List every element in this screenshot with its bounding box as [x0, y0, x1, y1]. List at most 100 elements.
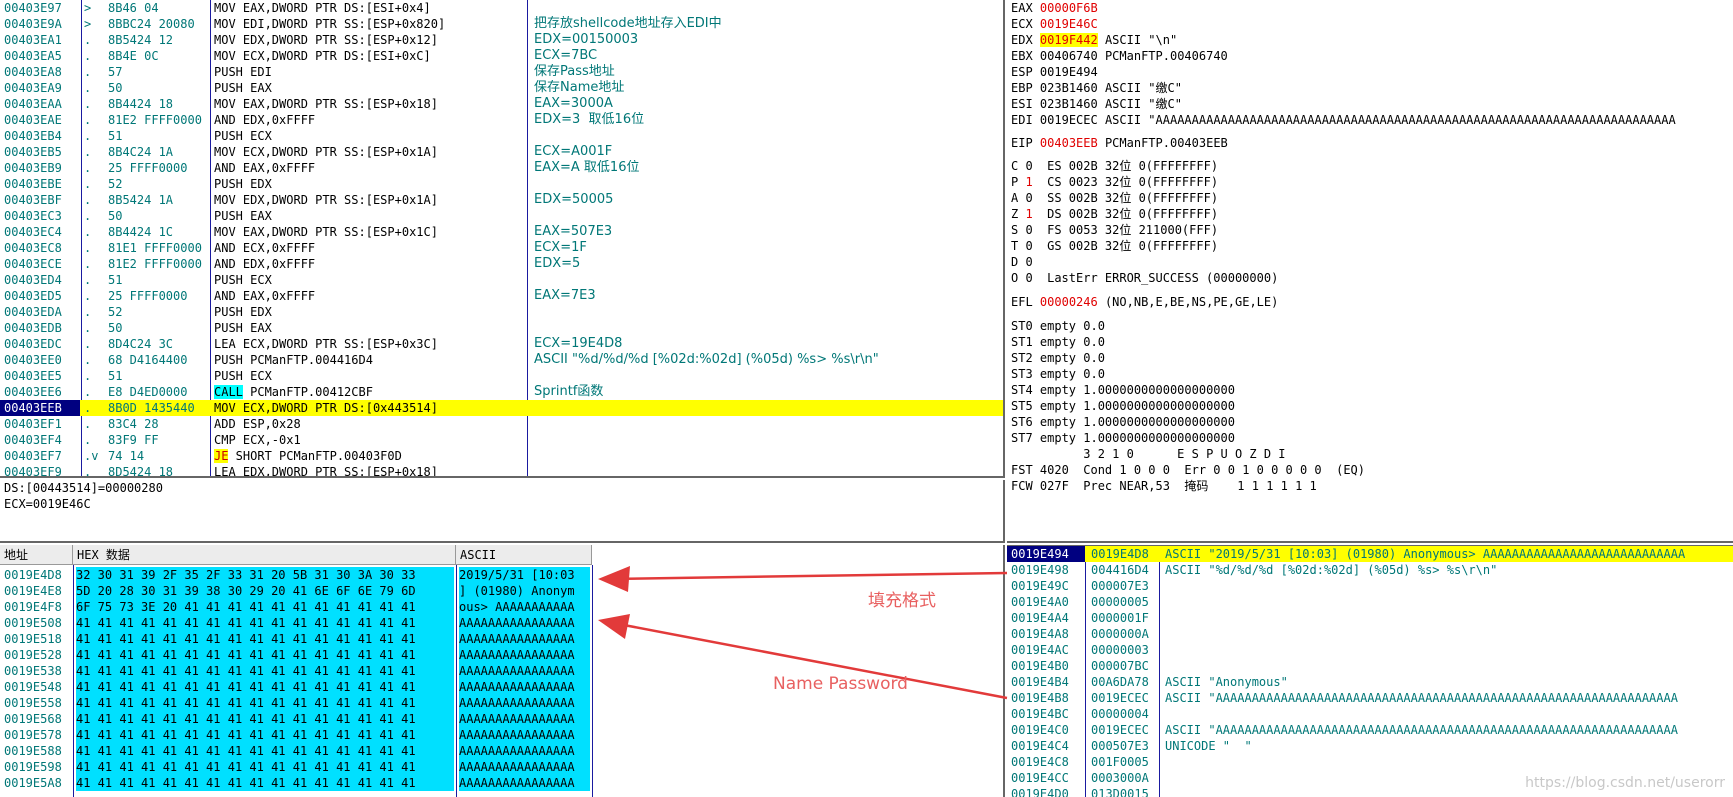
disasm-row[interactable]: 00403EBE. 52 PUSH EDX	[0, 176, 1003, 192]
dump-row[interactable]: 0019E578 41 41 41 41 41 41 41 41 41 41 41…	[0, 727, 1003, 743]
flag-value[interactable]: 0	[1025, 222, 1032, 238]
fpu-st-register[interactable]: ST0 empty 0.0	[1011, 318, 1733, 334]
dump-row[interactable]: 0019E518 41 41 41 41 41 41 41 41 41 41 41…	[0, 631, 1003, 647]
disasm-row[interactable]: 00403EAE. 81E2 FFFF0000 AND EDX,0xFFFF EDX=…	[0, 112, 1003, 128]
dump-row[interactable]: 0019E528 41 41 41 41 41 41 41 41 41 41 41…	[0, 647, 1003, 663]
dump-row[interactable]: 0019E5A8 41 41 41 41 41 41 41 41 41 41 41…	[0, 775, 1003, 791]
flag-row[interactable]: S 0 FS 0053 32位 211000(FFF)	[1011, 222, 1733, 238]
dump-row[interactable]: 0019E4E8 5D 20 28 30 31 39 38 30 29 20 41…	[0, 583, 1003, 599]
stack-row[interactable]: 0019E49C 000007E3	[1007, 578, 1733, 594]
dump-row[interactable]: 0019E568 41 41 41 41 41 41 41 41 41 41 41…	[0, 711, 1003, 727]
stack-row[interactable]: 0019E4BC 00000004	[1007, 706, 1733, 722]
disasm-row[interactable]: 00403EA9. 50 PUSH EAX 保存Name地址	[0, 80, 1003, 96]
reg-edx[interactable]: EDX 0019F442 ASCII "\n"	[1011, 32, 1733, 48]
disasm-row[interactable]: 00403EDC. 8D4C24 3C LEA ECX,DWORD PTR SS:[…	[0, 336, 1003, 352]
hex-dump-pane[interactable]: 地址 HEX 数据 ASCII 0019E4D8 32 30 31 39 2F 3…	[0, 545, 1005, 797]
dump-header-hex[interactable]: HEX 数据	[73, 545, 456, 565]
flag-row[interactable]: O 0 LastErr ERROR_SUCCESS (00000000)	[1011, 270, 1733, 286]
dump-row[interactable]: 0019E598 41 41 41 41 41 41 41 41 41 41 41…	[0, 759, 1003, 775]
disasm-row[interactable]: 00403EDA. 52 PUSH EDX	[0, 304, 1003, 320]
stack-row[interactable]: 0019E494 0019E4D8 ASCII "2019/5/31 [10:03]…	[1007, 546, 1733, 562]
flag-value[interactable]: 1	[1025, 206, 1032, 222]
disasm-row[interactable]: 00403ED4. 51 PUSH ECX	[0, 272, 1003, 288]
reg-esi[interactable]: ESI 023B1460 ASCII "缴C"	[1011, 96, 1733, 112]
stack-row[interactable]: 0019E4A0 00000005	[1007, 594, 1733, 610]
disasm-row[interactable]: 00403ECE. 81E2 FFFF0000 AND EDX,0xFFFF EDX=…	[0, 256, 1003, 272]
flag-row[interactable]: T 0 GS 002B 32位 0(FFFFFFFF)	[1011, 238, 1733, 254]
fpu-st-register[interactable]: ST4 empty 1.0000000000000000000	[1011, 382, 1733, 398]
reg-ebx[interactable]: EBX 00406740 PCManFTP.00406740	[1011, 48, 1733, 64]
stack-row[interactable]: 0019E4B4 00A6DA78 ASCII "Anonymous"	[1007, 674, 1733, 690]
disasm-row[interactable]: 00403EF9. 8D5424 18 LEA EDX,DWORD PTR SS:[…	[0, 464, 1003, 476]
dump-header-address[interactable]: 地址	[0, 545, 73, 565]
stack-row[interactable]: 0019E4A8 0000000A	[1007, 626, 1733, 642]
disasm-row[interactable]: 00403EF1. 83C4 28 ADD ESP,0x28	[0, 416, 1003, 432]
fpu-st-register[interactable]: ST6 empty 1.0000000000000000000	[1011, 414, 1733, 430]
reg-esp[interactable]: ESP 0019E494	[1011, 64, 1733, 80]
flag-value[interactable]: 0	[1025, 254, 1032, 270]
disasm-row[interactable]: 00403EF4. 83F9 FF CMP ECX,-0x1	[0, 432, 1003, 448]
disasm-row[interactable]: 00403EBF. 8B5424 1A MOV EDX,DWORD PTR SS:[…	[0, 192, 1003, 208]
disasm-row[interactable]: 00403EA5. 8B4E 0C MOV ECX,DWORD PTR DS:[ES…	[0, 48, 1003, 64]
disasm-row[interactable]: 00403EB9. 25 FFFF0000 AND EAX,0xFFFF EAX=A …	[0, 160, 1003, 176]
disasm-row[interactable]: 00403E97 >8B46 04 MOV EAX,DWORD PTR DS:[ES…	[0, 0, 1003, 16]
fpu-fst[interactable]: FST 4020 Cond 1 0 0 0 Err 0 0 1 0 0 0 0 …	[1011, 462, 1733, 478]
dump-row[interactable]: 0019E4D8 32 30 31 39 2F 35 2F 33 31 20 5B…	[0, 567, 1003, 583]
disasm-row[interactable]: 00403E9A >8BBC24 20080 MOV EDI,DWORD PTR S…	[0, 16, 1003, 32]
dump-row[interactable]: 0019E508 41 41 41 41 41 41 41 41 41 41 41…	[0, 615, 1003, 631]
disasm-row[interactable]: 00403ED5. 25 FFFF0000 AND EAX,0xFFFF EAX=7E…	[0, 288, 1003, 304]
disasm-row[interactable]: 00403EDB. 50 PUSH EAX	[0, 320, 1003, 336]
stack-row[interactable]: 0019E4AC 00000003	[1007, 642, 1733, 658]
flag-row[interactable]: Z 1 DS 002B 32位 0(FFFFFFFF)	[1011, 206, 1733, 222]
disasm-row[interactable]: 00403EE6. E8 D4ED0000 CALL PCManFTP.00412C…	[0, 384, 1003, 400]
stack-row[interactable]: 0019E4A4 0000001F	[1007, 610, 1733, 626]
reg-eax[interactable]: EAX 00000F6B	[1011, 0, 1733, 16]
stack-row[interactable]: 0019E4C4 000507E3 UNICODE " "	[1007, 738, 1733, 754]
stack-row[interactable]: 0019E4C8 001F0005	[1007, 754, 1733, 770]
disasm-row[interactable]: 00403EA1. 8B5424 12 MOV EDX,DWORD PTR SS:[…	[0, 32, 1003, 48]
dump-row[interactable]: 0019E4F8 6F 75 73 3E 20 41 41 41 41 41 41…	[0, 599, 1003, 615]
disasm-row[interactable]: 00403EB4. 51 PUSH ECX	[0, 128, 1003, 144]
dump-row[interactable]: 0019E588 41 41 41 41 41 41 41 41 41 41 41…	[0, 743, 1003, 759]
fpu-st-register[interactable]: ST7 empty 1.0000000000000000000	[1011, 430, 1733, 446]
fpu-st-register[interactable]: ST2 empty 0.0	[1011, 350, 1733, 366]
flag-value[interactable]: 0	[1025, 158, 1032, 174]
flag-value[interactable]: 1	[1025, 174, 1032, 190]
flag-row[interactable]: D0	[1011, 254, 1733, 270]
flag-row[interactable]: C 0 ES 002B 32位 0(FFFFFFFF)	[1011, 158, 1733, 174]
dump-row[interactable]: 0019E558 41 41 41 41 41 41 41 41 41 41 41…	[0, 695, 1003, 711]
disasm-row[interactable]: 00403EE0. 68 D4164400 PUSH PCManFTP.004416…	[0, 352, 1003, 368]
stack-row[interactable]: 0019E4B0 000007BC	[1007, 658, 1733, 674]
disasm-row[interactable]: 00403EE5. 51 PUSH ECX	[0, 368, 1003, 384]
flag-row[interactable]: A 0 SS 002B 32位 0(FFFFFFFF)	[1011, 190, 1733, 206]
reg-ecx[interactable]: ECX 0019E46C	[1011, 16, 1733, 32]
flag-value[interactable]: 0	[1025, 270, 1032, 286]
disasm-row[interactable]: 00403EC8. 81E1 FFFF0000 AND ECX,0xFFFF ECX=…	[0, 240, 1003, 256]
disasm-row[interactable]: 00403EAA. 8B4424 18 MOV EAX,DWORD PTR SS:[…	[0, 96, 1003, 112]
reg-ebp[interactable]: EBP 023B1460 ASCII "缴C"	[1011, 80, 1733, 96]
stack-row[interactable]: 0019E4C0 0019ECEC ASCII "AAAAAAAAAAAAAAAAA…	[1007, 722, 1733, 738]
disasm-row[interactable]: 00403EEB. 8B0D 1435440 MOV ECX,DWORD PTR D…	[0, 400, 1003, 416]
dump-header-ascii[interactable]: ASCII	[456, 545, 592, 565]
registers-pane[interactable]: EAX 00000F6B ECX 0019E46C EDX 0019F442 A…	[1007, 0, 1733, 543]
disasm-row[interactable]: 00403EB5. 8B4C24 1A MOV ECX,DWORD PTR SS:[…	[0, 144, 1003, 160]
reg-efl[interactable]: EFL 00000246 (NO,NB,E,BE,NS,PE,GE,LE)	[1011, 294, 1733, 310]
flag-value[interactable]: 0	[1025, 190, 1032, 206]
fpu-fcw[interactable]: FCW 027F Prec NEAR,53 掩码 1 1 1 1 1 1	[1011, 478, 1733, 494]
fpu-st-register[interactable]: ST5 empty 1.0000000000000000000	[1011, 398, 1733, 414]
stack-row[interactable]: 0019E4B8 0019ECEC ASCII "AAAAAAAAAAAAAAAAA…	[1007, 690, 1733, 706]
fpu-st-register[interactable]: ST1 empty 0.0	[1011, 334, 1733, 350]
disasm-row[interactable]: 00403EF7 .v 74 14 JE SHORT PCManFTP.00403F0…	[0, 448, 1003, 464]
reg-edi[interactable]: EDI 0019ECEC ASCII "AAAAAAAAAAAAAAAAAAAA…	[1011, 112, 1733, 128]
fpu-st-register[interactable]: ST3 empty 0.0	[1011, 366, 1733, 382]
flag-value[interactable]: 0	[1025, 238, 1032, 254]
flag-row[interactable]: P 1 CS 0023 32位 0(FFFFFFFF)	[1011, 174, 1733, 190]
stack-comment: ASCII "2019/5/31 [10:03] (01980) Anonymo…	[1165, 547, 1686, 561]
stack-row[interactable]: 0019E498 004416D4 ASCII "%d/%d/%d [%02d:%0…	[1007, 562, 1733, 578]
disassembly-pane[interactable]: 00403E97 >8B46 04 MOV EAX,DWORD PTR DS:[ES…	[0, 0, 1005, 478]
disasm-row[interactable]: 00403EC4. 8B4424 1C MOV EAX,DWORD PTR SS:[…	[0, 224, 1003, 240]
disasm-row[interactable]: 00403EA8. 57 PUSH EDI 保存Pass地址	[0, 64, 1003, 80]
disasm-row[interactable]: 00403EC3. 50 PUSH EAX	[0, 208, 1003, 224]
stack-pane[interactable]: 0019E494 0019E4D8 ASCII "2019/5/31 [10:03]…	[1007, 545, 1733, 797]
reg-eip[interactable]: EIP 00403EEB PCManFTP.00403EEB	[1011, 135, 1733, 151]
